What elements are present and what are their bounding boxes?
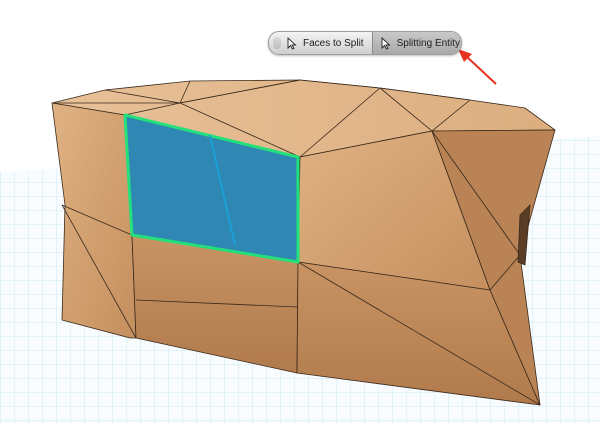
- faces-to-split-button[interactable]: Faces to Split: [269, 32, 372, 54]
- annotation-arrow: [458, 49, 497, 85]
- cursor-arrow-icon: [287, 36, 297, 50]
- faces-to-split-label: Faces to Split: [303, 37, 364, 49]
- scene-svg: [0, 49, 600, 423]
- split-tool-toolbar: Faces to Split Splitting Entity: [268, 31, 462, 55]
- splitting-entity-button[interactable]: Splitting Entity: [371, 32, 461, 54]
- 3d-viewport[interactable]: Faces to Split Splitting Entity: [0, 0, 600, 423]
- cursor-arrow-icon: [381, 36, 391, 50]
- splitting-entity-label: Splitting Entity: [396, 37, 460, 49]
